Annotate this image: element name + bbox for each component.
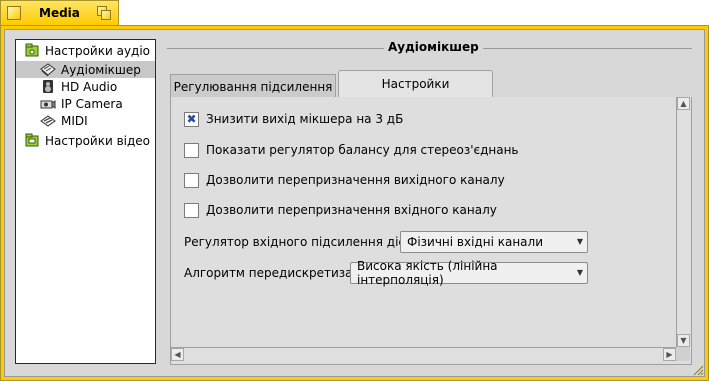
checkbox-row-balance[interactable]: Показати регулятор балансу для стереоз'є… [184,142,519,158]
close-button[interactable] [7,6,21,20]
scroll-left-icon[interactable]: ◀ [171,348,184,361]
tree-item-video-settings[interactable]: Настройки відео [16,132,155,149]
checkbox-reduce-output[interactable]: ✖ [184,111,199,127]
tab-gain-control[interactable]: Регулювання підсилення [170,74,336,98]
camera-icon [40,96,56,111]
tree-item-audio-mixer[interactable]: Аудіомікшер [16,61,155,78]
scroll-right-icon[interactable]: ▶ [663,348,676,361]
vertical-scrollbar[interactable]: ▲ ▼ [676,97,690,347]
tab-settings[interactable]: Настройки [338,70,493,97]
horizontal-scrollbar[interactable]: ◀ ▶ [171,347,676,361]
section-title: Аудіомікшер [384,40,483,54]
checkbox-row-input-remap[interactable]: Дозволити перепризначення вхідного канал… [184,202,497,218]
window-tab[interactable]: Media [0,0,119,25]
scroll-up-icon[interactable]: ▲ [677,97,690,110]
scroll-down-icon[interactable]: ▼ [677,334,690,347]
speaker-icon [40,79,56,94]
folder-audio-icon [24,43,40,58]
checkbox-row-reduce-output[interactable]: ✖ Знизити вихід мікшера на 3 дБ [184,111,403,127]
settings-tree[interactable]: Настройки аудіо Аудіомікшер HD Audio IP … [15,39,156,364]
dropdown-arrow-icon: ▼ [576,268,583,277]
tree-item-hd-audio[interactable]: HD Audio [16,78,155,95]
folder-video-icon [24,133,40,148]
window-title: Media [39,6,80,20]
mixer-icon [40,62,56,77]
scroll-corner [676,347,690,361]
checkbox-balance[interactable] [184,142,199,158]
resampling-select[interactable]: Висока якість (лінійна інтерполяція) ▼ [350,259,588,287]
zoom-button[interactable] [97,6,111,20]
checkbox-row-output-remap[interactable]: Дозволити перепризначення вихідного кана… [184,172,505,188]
tree-item-ip-camera[interactable]: IP Camera [16,95,155,112]
tree-item-audio-settings[interactable]: Настройки аудіо [16,42,155,59]
input-gain-select[interactable]: Фізичні вхідні канали ▼ [400,231,588,253]
tree-item-midi[interactable]: MIDI [16,112,155,129]
checkbox-output-remap[interactable] [184,172,199,188]
input-gain-label: Регулятор вхідного підсилення діє на: [184,235,429,249]
dropdown-arrow-icon: ▼ [576,237,583,246]
resampling-label: Алгоритм передискретизації: [184,266,372,280]
checkbox-input-remap[interactable] [184,202,199,218]
resize-handle-icon[interactable] [692,364,704,376]
midi-icon [40,113,56,128]
